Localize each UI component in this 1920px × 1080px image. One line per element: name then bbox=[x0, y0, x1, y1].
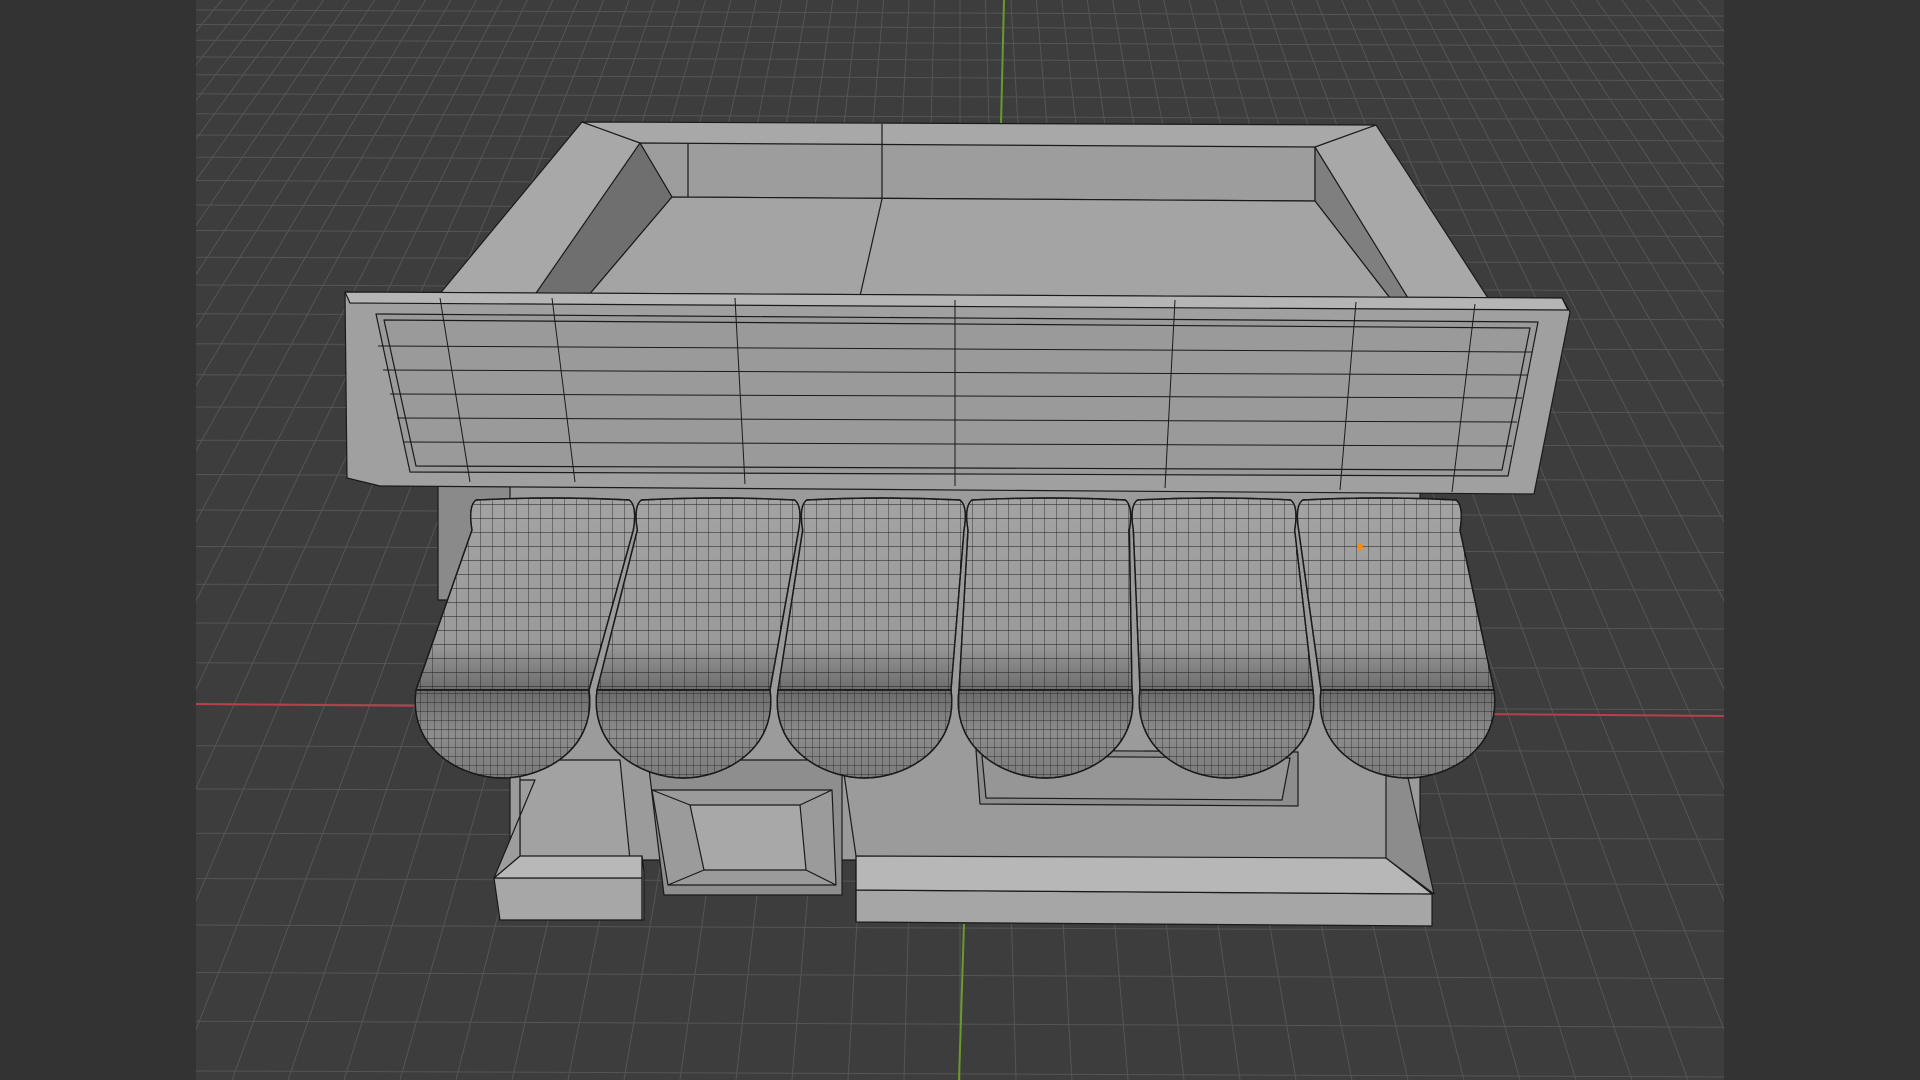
grid-line bbox=[0, 0, 145, 1080]
awning-top-wireframe bbox=[777, 497, 967, 691]
left-pillar bbox=[519, 759, 631, 861]
grid-line bbox=[1646, 0, 1724, 102]
grid-line bbox=[0, 0, 171, 1080]
grid-line bbox=[196, 0, 299, 140]
grid-line bbox=[196, 0, 248, 66]
grid-line bbox=[0, 0, 69, 1080]
grid-line bbox=[196, 0, 197, 2]
grid-line bbox=[1697, 0, 1724, 33]
grid-line bbox=[1723, 0, 1724, 2]
grid-line bbox=[1775, 0, 1920, 1080]
grid-line bbox=[196, 0, 325, 182]
grid-line bbox=[1876, 0, 1920, 1080]
awning-segment[interactable] bbox=[957, 497, 1134, 779]
grid-line bbox=[1672, 0, 1724, 66]
roof-inner-back-wall bbox=[639, 142, 1316, 202]
grid-line bbox=[1519, 0, 1724, 329]
grid-line bbox=[196, 0, 426, 388]
right-base-top bbox=[855, 855, 1433, 895]
door-panel-inner bbox=[689, 804, 807, 871]
grid-line bbox=[1570, 0, 1724, 227]
grid-line bbox=[196, 0, 375, 276]
grid-line bbox=[1595, 0, 1724, 182]
grid-line bbox=[196, 0, 223, 33]
grid-line bbox=[1800, 0, 1920, 1080]
viewport-canvas[interactable] bbox=[0, 0, 1920, 1080]
grid-line bbox=[196, 0, 477, 523]
grid-line bbox=[0, 0, 44, 1080]
awning-top-wireframe bbox=[1296, 497, 1495, 691]
grid-line bbox=[1749, 0, 1920, 1080]
left-base-front bbox=[493, 877, 643, 921]
grid-line bbox=[196, 0, 274, 102]
grid-line bbox=[196, 0, 350, 227]
left-base-side bbox=[641, 855, 645, 921]
y-axis-line-top bbox=[1000, 0, 1005, 125]
awning-top-wireframe bbox=[1131, 497, 1314, 691]
grid-line bbox=[196, 0, 503, 602]
grid-line bbox=[1392, 0, 1724, 691]
grid-line bbox=[0, 0, 18, 1080]
grid-line bbox=[0, 0, 95, 1080]
grid-line bbox=[196, 0, 452, 452]
selected-vertex[interactable] bbox=[1357, 544, 1363, 550]
awning-segment[interactable] bbox=[1131, 497, 1315, 779]
right-base-front bbox=[855, 889, 1433, 927]
3d-viewport[interactable] bbox=[0, 0, 1920, 1080]
grid-line bbox=[1545, 0, 1724, 276]
grid-line bbox=[1851, 0, 1920, 1080]
awning-top-wireframe bbox=[958, 497, 1133, 691]
grid-line bbox=[1825, 0, 1920, 1080]
grid-line bbox=[196, 0, 401, 329]
grid-line bbox=[1494, 0, 1724, 388]
grid-line bbox=[1621, 0, 1724, 140]
awning-segment[interactable] bbox=[776, 497, 967, 779]
roof-floor bbox=[587, 196, 1391, 299]
grid-line bbox=[0, 0, 120, 1080]
grid-line bbox=[1902, 0, 1920, 1080]
